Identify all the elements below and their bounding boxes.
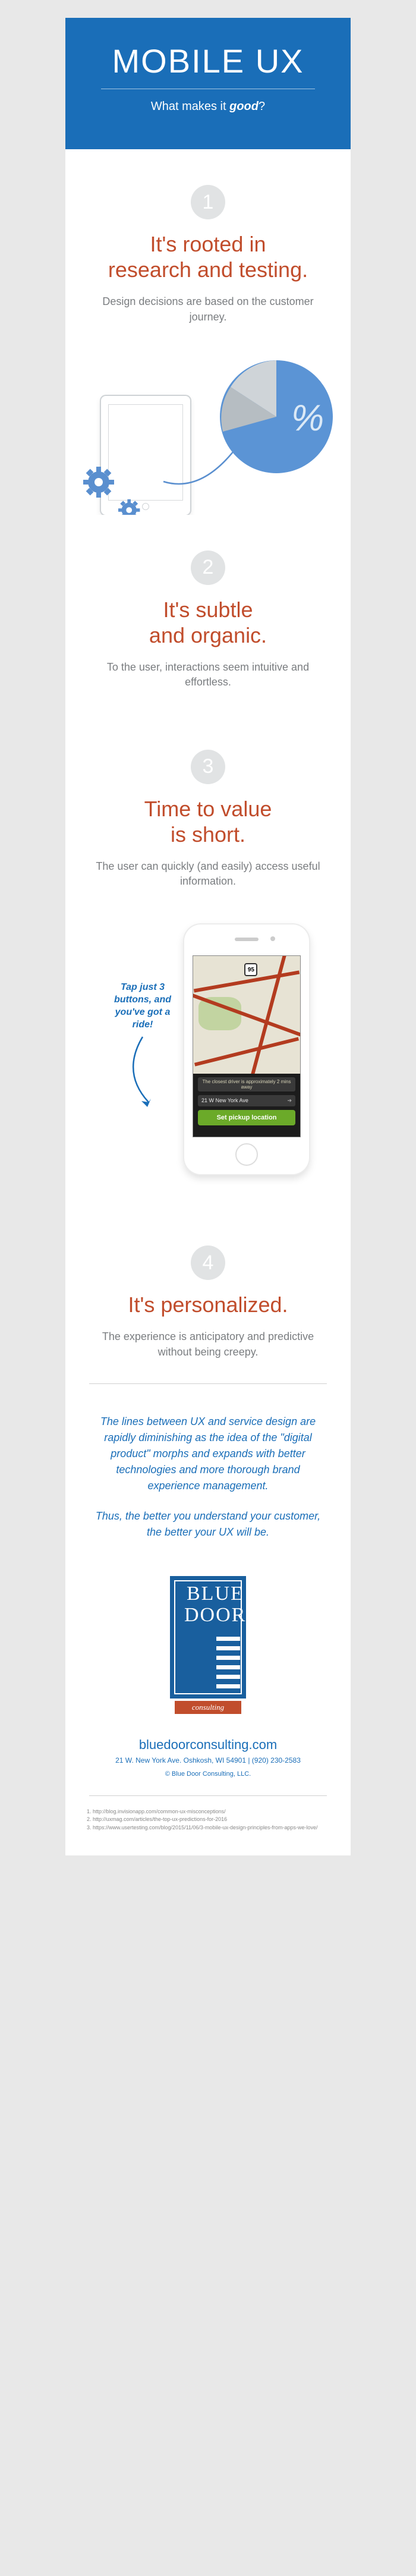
chevron-right-icon: ➔	[287, 1097, 292, 1104]
pickup-address: 21 W New York Ave	[201, 1097, 248, 1103]
number-badge: 3	[191, 750, 225, 784]
pie-chart-icon: %	[214, 354, 339, 479]
conclusion-block: The lines between UX and service design …	[65, 1384, 351, 1570]
section-2: 2 It's subtle and organic. To the user, …	[65, 515, 351, 714]
gears-icon	[77, 452, 149, 515]
section-title: Time to value is short.	[89, 796, 327, 847]
hero-sub-em: good	[229, 100, 259, 113]
set-pickup-button: Set pickup location	[198, 1110, 295, 1125]
hero-subtitle: What makes it good?	[77, 100, 339, 114]
section-desc: To the user, interactions seem intuitive…	[89, 660, 327, 690]
address-row: 21 W New York Ave ➔	[198, 1095, 295, 1106]
conclusion-p1: The lines between UX and service design …	[95, 1414, 321, 1494]
phone-camera-icon	[270, 936, 275, 941]
section-desc: The user can quickly (and easily) access…	[89, 859, 327, 889]
hero-sub-pre: What makes it	[151, 100, 229, 113]
footer-url: bluedoorconsulting.com	[89, 1737, 327, 1753]
callout-group: Tap just 3 buttons, and you've got a rid…	[107, 982, 178, 1117]
section-4: 4 It's personalized. The experience is a…	[65, 1210, 351, 1383]
driver-status: The closest driver is approximately 2 mi…	[198, 1077, 295, 1092]
hero-panel: MOBILE UX What makes it good?	[65, 18, 351, 149]
section-1: 1 It's rooted in research and testing. D…	[65, 149, 351, 348]
illustration-phone: Tap just 3 buttons, and you've got a rid…	[65, 913, 351, 1210]
svg-text:DOOR: DOOR	[184, 1604, 246, 1626]
reference-item: https://www.usertesting.com/blog/2015/11…	[93, 1824, 333, 1832]
section-title: It's subtle and organic.	[89, 597, 327, 648]
home-button-icon	[235, 1143, 258, 1166]
route-shield: 95	[244, 963, 257, 976]
section-desc: Design decisions are based on the custom…	[89, 294, 327, 324]
arrow-curve-icon	[125, 1031, 160, 1117]
references: http://blog.invisionapp.com/common-ux-mi…	[65, 1796, 351, 1856]
footer-address: 21 W. New York Ave. Oshkosh, WI 54901 | …	[89, 1756, 327, 1764]
conclusion-p2: Thus, the better you understand your cus…	[95, 1508, 321, 1540]
footer-copyright: © Blue Door Consulting, LLC.	[89, 1770, 327, 1778]
section-title: It's personalized.	[89, 1292, 327, 1317]
svg-text:BLUE: BLUE	[187, 1583, 244, 1605]
footer-contact: bluedoorconsulting.com 21 W. New York Av…	[89, 1737, 327, 1778]
section-3: 3 Time to value is short. The user can q…	[65, 714, 351, 913]
number-badge: 2	[191, 551, 225, 585]
section-title: It's rooted in research and testing.	[89, 231, 327, 282]
svg-text:consulting: consulting	[192, 1703, 225, 1712]
illustration-research: %	[65, 348, 351, 515]
logo-area: BLUE DOOR consulting bluedoorconsulting.…	[65, 1570, 351, 1795]
reference-item: http://blog.invisionapp.com/common-ux-mi…	[93, 1808, 333, 1816]
number-badge: 1	[191, 185, 225, 219]
bluedoor-logo: BLUE DOOR consulting	[155, 1576, 261, 1719]
number-badge: 4	[191, 1245, 225, 1280]
reference-item: http://uxmag.com/articles/the-top-ux-pre…	[93, 1816, 333, 1824]
phone-speaker-icon	[235, 938, 259, 941]
section-desc: The experience is anticipatory and predi…	[89, 1329, 327, 1359]
park-shape	[198, 997, 241, 1030]
percent-glyph: %	[291, 398, 324, 439]
phone-screen: 95 The closest driver is approximately 2…	[193, 955, 301, 1137]
infographic-page: MOBILE UX What makes it good? 1 It's roo…	[65, 18, 351, 1855]
hero-sub-post: ?	[259, 100, 265, 113]
map-view: 95	[193, 956, 300, 1074]
callout-text: Tap just 3 buttons, and you've got a rid…	[107, 982, 178, 1031]
iphone-mock: 95 The closest driver is approximately 2…	[184, 924, 309, 1174]
ride-panel: The closest driver is approximately 2 mi…	[193, 1074, 300, 1137]
hero-title: MOBILE UX	[77, 42, 339, 80]
